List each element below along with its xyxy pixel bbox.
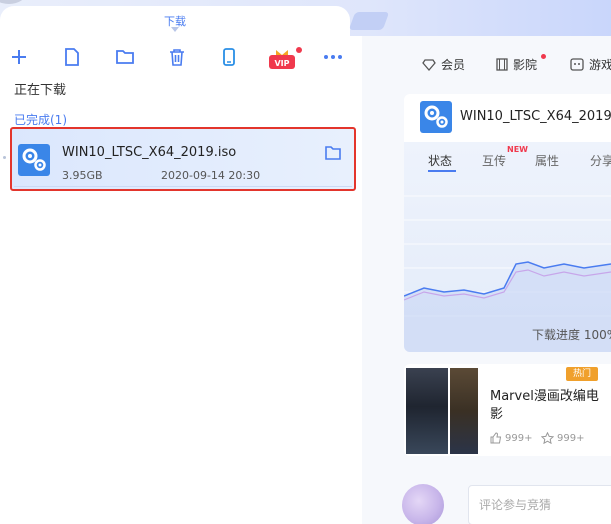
movie-poster[interactable] bbox=[406, 368, 448, 454]
avatar[interactable] bbox=[402, 484, 444, 524]
detail-title: WIN10_LTSC_X64_2019.iso bbox=[460, 109, 611, 124]
nav-games[interactable]: 游戏 bbox=[570, 56, 611, 73]
nav-games-label: 游戏 bbox=[589, 58, 611, 72]
installer-icon bbox=[420, 101, 452, 133]
new-file-button[interactable] bbox=[61, 46, 83, 68]
diamond-icon bbox=[422, 58, 436, 71]
nav-member[interactable]: 会员 bbox=[422, 56, 465, 73]
tab-transfer[interactable]: 互传 bbox=[482, 152, 506, 169]
vip-button[interactable]: VIP bbox=[268, 48, 296, 70]
folder-icon bbox=[325, 146, 341, 160]
movie-poster[interactable] bbox=[450, 368, 478, 454]
phone-button[interactable] bbox=[218, 46, 240, 68]
top-nav: 会员 影院 游戏 bbox=[362, 52, 611, 76]
film-icon bbox=[496, 58, 508, 71]
tab-properties[interactable]: 属性 bbox=[535, 152, 559, 169]
toolbar: VIP bbox=[0, 42, 362, 70]
nav-cinema-label: 影院 bbox=[513, 58, 538, 72]
star-icon bbox=[541, 432, 554, 444]
detail-panel: 会员 影院 游戏 WIN10_LTSC_X64_2019.iso 状态 互传 N… bbox=[362, 36, 611, 524]
comment-input[interactable]: 评论参与竞猜 bbox=[468, 485, 611, 524]
tab-status[interactable]: 状态 bbox=[428, 152, 452, 169]
file-icon bbox=[65, 48, 79, 66]
tab-share[interactable]: 分享 bbox=[590, 152, 611, 169]
vip-icon: VIP bbox=[269, 50, 295, 69]
gamepad-icon bbox=[570, 58, 584, 71]
divider-dot bbox=[3, 156, 6, 159]
section-completed[interactable]: 已完成(1) bbox=[14, 111, 67, 128]
tab-new[interactable] bbox=[348, 12, 390, 30]
vip-label: VIP bbox=[274, 59, 289, 68]
delete-button[interactable] bbox=[166, 46, 188, 68]
star-count-label: 999+ bbox=[557, 432, 585, 444]
nav-member-label: 会员 bbox=[441, 58, 466, 72]
download-item[interactable]: WIN10_LTSC_X64_2019.iso 3.95GB 2020-09-1… bbox=[10, 127, 356, 191]
trash-icon bbox=[170, 49, 184, 66]
section-downloading[interactable]: 正在下载 bbox=[14, 79, 66, 98]
phone-icon bbox=[223, 48, 235, 66]
download-list-panel: VIP 正在下载 已完成(1) WIN10_LTSC_X64_2019.iso … bbox=[0, 36, 362, 524]
window-avatar bbox=[0, 0, 26, 4]
like-count[interactable]: 999+ bbox=[490, 432, 532, 444]
star-count[interactable]: 999+ bbox=[541, 432, 584, 444]
new-task-button[interactable] bbox=[8, 46, 30, 68]
file-name: WIN10_LTSC_X64_2019.iso bbox=[62, 145, 237, 160]
file-size: 3.95GB bbox=[62, 169, 103, 182]
folder-icon bbox=[116, 50, 134, 64]
hot-badge: 热门 bbox=[566, 367, 598, 381]
ad-title[interactable]: Marvel漫画改编电影 bbox=[490, 388, 600, 424]
tab-strip: 下载 bbox=[0, 0, 611, 40]
more-button[interactable] bbox=[322, 46, 344, 68]
movie-ad-card[interactable]: 热门 Marvel漫画改编电影 999+ 999+ bbox=[404, 364, 611, 456]
file-date: 2020-09-14 20:30 bbox=[161, 169, 261, 182]
new-badge: NEW bbox=[507, 145, 528, 154]
open-folder-button[interactable] bbox=[114, 46, 136, 68]
more-icon bbox=[324, 55, 342, 59]
like-count-label: 999+ bbox=[505, 432, 533, 444]
notification-dot bbox=[296, 47, 302, 53]
progress-label: 下载进度 100% bbox=[532, 328, 611, 342]
plus-icon bbox=[12, 50, 26, 64]
chevron-down-icon bbox=[171, 27, 179, 32]
thumbs-up-icon bbox=[490, 432, 502, 444]
open-folder-button[interactable] bbox=[325, 145, 341, 160]
installer-icon bbox=[18, 144, 50, 176]
file-detail-card: WIN10_LTSC_X64_2019.iso 状态 互传 NEW 属性 分享 … bbox=[404, 94, 611, 352]
active-tab-indicator bbox=[428, 170, 456, 172]
nav-cinema[interactable]: 影院 bbox=[496, 56, 537, 73]
notification-dot bbox=[541, 54, 546, 59]
